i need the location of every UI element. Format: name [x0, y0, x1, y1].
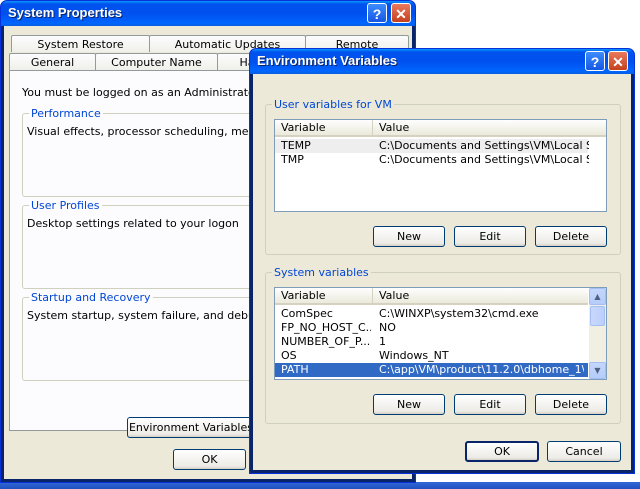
- user-profiles-description: Desktop settings related to your logon: [27, 217, 239, 230]
- system-edit-button[interactable]: Edit: [454, 394, 526, 415]
- environment-variables-client: User variables for VM Variable Value TEM…: [253, 74, 631, 470]
- system-new-button[interactable]: New: [373, 394, 445, 415]
- column-header-value[interactable]: Value: [372, 288, 588, 305]
- system-variables-label: System variables: [272, 266, 371, 279]
- user-delete-button[interactable]: Delete: [535, 226, 607, 247]
- user-profiles-label: User Profiles: [29, 199, 102, 212]
- environment-variables-button[interactable]: Environment Variables: [127, 417, 255, 438]
- list-item[interactable]: FP_NO_HOST_C... NO: [275, 321, 588, 335]
- tab-general[interactable]: General: [9, 53, 96, 70]
- window-title: System Properties: [8, 5, 123, 20]
- environment-variables-dialog: Environment Variables ? ✕ User variables…: [249, 48, 635, 474]
- startup-recovery-description: System startup, system failure, and debu…: [27, 309, 286, 322]
- variable-value: C:\Documents and Settings\VM\Local Se...: [379, 139, 589, 152]
- variable-value: NO: [379, 321, 396, 334]
- system-variables-group: System variables Variable Value ComSpec …: [265, 266, 621, 424]
- list-item-selected[interactable]: PATH C:\app\VM\product\11.2.0\dbhome_1\b…: [275, 363, 588, 377]
- system-variables-list[interactable]: Variable Value ComSpec C:\WINXP\system32…: [274, 287, 607, 380]
- variable-value: Windows_NT: [379, 349, 449, 362]
- user-variables-group: User variables for VM Variable Value TEM…: [265, 98, 621, 255]
- variable-name: OS: [281, 349, 297, 362]
- variable-value: 1: [379, 335, 386, 348]
- list-item[interactable]: TMP C:\Documents and Settings\VM\Local S…: [275, 153, 589, 167]
- dialog-cancel-button[interactable]: Cancel: [547, 441, 621, 462]
- vertical-scrollbar[interactable]: ▲ ▼: [589, 288, 606, 379]
- variable-name: NUMBER_OF_P...: [281, 335, 371, 348]
- close-button[interactable]: ✕: [608, 51, 628, 71]
- performance-label: Performance: [29, 107, 103, 120]
- list-item[interactable]: NUMBER_OF_P... 1: [275, 335, 588, 349]
- variable-name: ComSpec: [281, 307, 333, 320]
- column-header-value[interactable]: Value: [372, 120, 606, 137]
- variable-name: FP_NO_HOST_C...: [281, 321, 371, 334]
- tab-computer-name[interactable]: Computer Name: [95, 53, 218, 70]
- user-variables-list[interactable]: Variable Value TEMP C:\Documents and Set…: [274, 119, 607, 212]
- system-properties-ok-button[interactable]: OK: [173, 449, 246, 470]
- user-variables-label: User variables for VM: [272, 98, 394, 111]
- variable-value: C:\WINXP\system32\cmd.exe: [379, 307, 539, 320]
- variable-name: TMP: [281, 153, 304, 166]
- system-properties-titlebar[interactable]: System Properties ? ✕: [1, 1, 415, 26]
- column-header-variable[interactable]: Variable: [275, 120, 372, 137]
- help-button[interactable]: ?: [585, 51, 605, 71]
- variable-name: TEMP: [281, 139, 311, 152]
- variable-value: C:\app\VM\product\11.2.0\dbhome_1\b...: [379, 363, 584, 376]
- help-button[interactable]: ?: [367, 3, 387, 23]
- list-item[interactable]: ComSpec C:\WINXP\system32\cmd.exe: [275, 307, 588, 321]
- scroll-down-arrow-icon[interactable]: ▼: [589, 362, 606, 379]
- list-item[interactable]: OS Windows_NT: [275, 349, 588, 363]
- dialog-ok-button[interactable]: OK: [465, 441, 539, 462]
- scrollbar-thumb[interactable]: [590, 306, 605, 326]
- variable-name: PATH: [281, 363, 309, 376]
- startup-recovery-label: Startup and Recovery: [29, 291, 153, 304]
- user-new-button[interactable]: New: [373, 226, 445, 247]
- dialog-title: Environment Variables: [257, 53, 398, 68]
- variable-value: C:\Documents and Settings\VM\Local Se...: [379, 153, 589, 166]
- scroll-up-arrow-icon[interactable]: ▲: [589, 288, 606, 305]
- system-delete-button[interactable]: Delete: [535, 394, 607, 415]
- list-item[interactable]: TEMP C:\Documents and Settings\VM\Local …: [275, 139, 589, 153]
- taskbar: [0, 482, 640, 489]
- column-header-variable[interactable]: Variable: [275, 288, 372, 305]
- user-edit-button[interactable]: Edit: [454, 226, 526, 247]
- close-button[interactable]: ✕: [391, 3, 411, 23]
- tab-system-restore[interactable]: System Restore: [11, 35, 150, 52]
- environment-variables-titlebar[interactable]: Environment Variables ? ✕: [250, 49, 634, 74]
